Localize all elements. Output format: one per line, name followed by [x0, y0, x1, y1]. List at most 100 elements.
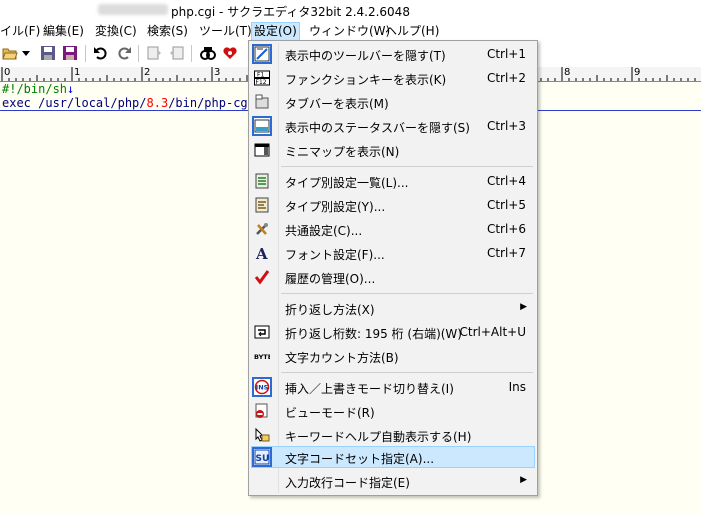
minimap-icon [254, 143, 270, 157]
menu-search[interactable]: 検索(S) [147, 23, 188, 40]
toolbar-separator [138, 45, 139, 62]
byte-icon: BYTE [254, 353, 270, 361]
menu-help[interactable]: ヘルプ(H) [385, 23, 439, 40]
save-icon[interactable] [40, 45, 56, 61]
menu-item-shortcut: Ctrl+Alt+U [459, 325, 527, 339]
tools-icon [256, 223, 268, 235]
menu-item-view-mode[interactable]: ビューモード(R) [251, 400, 535, 422]
menu-convert[interactable]: 変換(C) [95, 23, 137, 40]
menu-item-label: 表示中のステータスバーを隠す(S) [285, 121, 470, 135]
su-icon-text: SU [256, 454, 270, 464]
ruler-label: 9 [634, 67, 641, 78]
font-icon-glyph: A [255, 245, 268, 261]
menu-item-keyword-help-auto[interactable]: キーワードヘルプ自動表示する(H) [251, 424, 535, 446]
menu-item-shortcut: Ctrl+7 [486, 246, 526, 260]
menu-item-label: 入力改行コード指定(E) [285, 476, 410, 490]
function-key-icon: F1 F12 [254, 70, 270, 86]
menu-item-show-tabbar[interactable]: タブバーを表示(M) [251, 91, 535, 113]
menu-item-label: タイプ別設定(Y)... [285, 200, 386, 214]
menu-item-hide-statusbar[interactable]: 表示中のステータスバーを隠す(S) Ctrl+3 [251, 115, 535, 137]
menu-item-label: 履歴の管理(O)... [285, 272, 376, 286]
jump-back-icon[interactable] [147, 45, 163, 61]
menu-window[interactable]: ウィンドウ(W) [309, 23, 390, 40]
tabbar-icon [255, 94, 269, 109]
charset-icon: SU [252, 447, 272, 467]
ins-icon-text: INS [256, 384, 269, 392]
menu-item-font-settings[interactable]: A フォント設定(F)... Ctrl+7 [251, 242, 535, 264]
fkey-label: F1 [257, 72, 264, 79]
menu-item-common-settings[interactable]: 共通設定(C)... Ctrl+6 [251, 218, 535, 240]
menu-item-label: 折り返し桁数: 195 桁 (右端)(W) [285, 327, 462, 341]
menu-item-label: 折り返し方法(X) [285, 303, 375, 317]
menu-edit[interactable]: 編集(E) [43, 23, 84, 40]
menu-item-hide-toolbar[interactable]: 表示中のツールバーを隠す(T) Ctrl+1 [251, 43, 535, 65]
ruler-label: 0 [4, 67, 11, 78]
menu-item-wrap-column[interactable]: 折り返し桁数: 195 桁 (右端)(W) Ctrl+Alt+U [251, 321, 535, 343]
menu-item-label: ビューモード(R) [285, 406, 375, 420]
menu-item-label: 文字コードセット指定(A)... [285, 452, 435, 466]
line-text: #!/bin/sh [2, 82, 68, 96]
undo-icon[interactable] [93, 45, 109, 61]
ruler-label: 8 [564, 67, 571, 78]
font-icon: A [255, 245, 268, 261]
menu-file[interactable]: イル(F) [0, 23, 40, 40]
window-title: php.cgi - サクラエディタ32bit 2.4.2.6048 [171, 5, 410, 19]
menu-item-label: ミニマップを表示(N) [285, 145, 400, 159]
editor-line-1: #!/bin/sh↓ [2, 82, 74, 96]
ruler-label: 1 [74, 67, 81, 78]
title-blurred-path [98, 4, 168, 15]
menu-item-charset-spec[interactable]: SU 文字コードセット指定(A)... [251, 446, 535, 468]
menu-item-input-newline-code[interactable]: 入力改行コード指定(E) ▶ [251, 470, 535, 492]
menu-item-char-count-method[interactable]: BYTE 文字カウント方法(B) [251, 345, 535, 367]
toolbar-separator [191, 45, 192, 62]
menu-item-label: フォント設定(F)... [285, 248, 385, 262]
menu-separator [281, 293, 533, 294]
menu-item-type-settings[interactable]: タイプ別設定(Y)... Ctrl+5 [251, 194, 535, 216]
title-bar: php.cgi - サクラエディタ32bit 2.4.2.6048 [0, 0, 701, 20]
type-settings-icon [255, 197, 269, 213]
menu-bar: イル(F) 編集(E) 変換(C) 検索(S) ツール(T) 設定(O) ウィン… [0, 20, 701, 42]
menu-item-label: ファンクションキーを表示(K) [285, 73, 447, 87]
ruler-label: 3 [214, 67, 221, 78]
menu-item-shortcut: Ctrl+4 [486, 174, 526, 188]
menu-settings[interactable]: 設定(O) [251, 22, 300, 41]
menu-item-label: 文字カウント方法(B) [285, 351, 399, 365]
type-settings-list-icon [255, 173, 269, 189]
menu-tools[interactable]: ツール(T) [199, 23, 252, 40]
menu-item-label: 表示中のツールバーを隠す(T) [285, 49, 446, 63]
checkmark-icon [254, 270, 270, 285]
line-number-token: 8.3 [146, 96, 169, 110]
menu-item-shortcut: Ctrl+1 [486, 47, 526, 61]
menu-item-shortcut: Ctrl+2 [486, 71, 526, 85]
menu-item-shortcut: Ctrl+3 [486, 119, 526, 133]
keyword-help-icon [255, 427, 270, 442]
menu-item-label: キーワードヘルプ自動表示する(H) [285, 430, 472, 444]
save-all-icon[interactable] [62, 45, 78, 61]
dropdown-arrow-icon[interactable] [21, 45, 31, 61]
menu-item-shortcut: Ctrl+5 [486, 198, 526, 212]
view-mode-icon [255, 403, 268, 418]
editor-line-2: exec /usr/local/php/8.3/bin/php-cgi [2, 96, 255, 110]
toolbar-toggle-icon [252, 44, 272, 64]
menu-item-type-settings-list[interactable]: タイプ別設定一覧(L)... Ctrl+4 [251, 170, 535, 192]
menu-item-wrap-method[interactable]: 折り返し方法(X) ▶ [251, 297, 535, 319]
menu-item-show-function-keys[interactable]: F1 F12 ファンクションキーを表示(K) Ctrl+2 [251, 67, 535, 89]
menu-separator [281, 166, 533, 167]
menu-item-label: タイプ別設定一覧(L)... [285, 176, 409, 190]
menu-item-label: タブバーを表示(M) [285, 97, 389, 111]
redo-icon[interactable] [116, 45, 132, 61]
menu-item-label: 挿入／上書きモード切り替え(I) [285, 382, 454, 396]
menu-item-show-minimap[interactable]: ミニマップを表示(N) [251, 139, 535, 161]
submenu-arrow-icon: ▶ [520, 475, 527, 485]
settings-dropdown-menu: 表示中のツールバーを隠す(T) Ctrl+1 F1 F12 ファンクションキーを… [248, 40, 538, 496]
line-text: /bin/php-cgi [168, 96, 255, 110]
jump-forward-icon[interactable] [168, 45, 184, 61]
find-icon[interactable] [200, 45, 216, 61]
menu-item-insert-overwrite-toggle[interactable]: INS 挿入／上書きモード切り替え(I) Ins [251, 376, 535, 398]
statusbar-icon [252, 116, 272, 136]
line-text: exec /usr/local/php/ [2, 96, 147, 110]
fkey-label: F12 [256, 79, 267, 86]
open-folder-icon[interactable] [2, 45, 18, 61]
bookmark-heart-icon[interactable] [222, 45, 238, 61]
menu-item-history-management[interactable]: 履歴の管理(O)... [251, 266, 535, 288]
